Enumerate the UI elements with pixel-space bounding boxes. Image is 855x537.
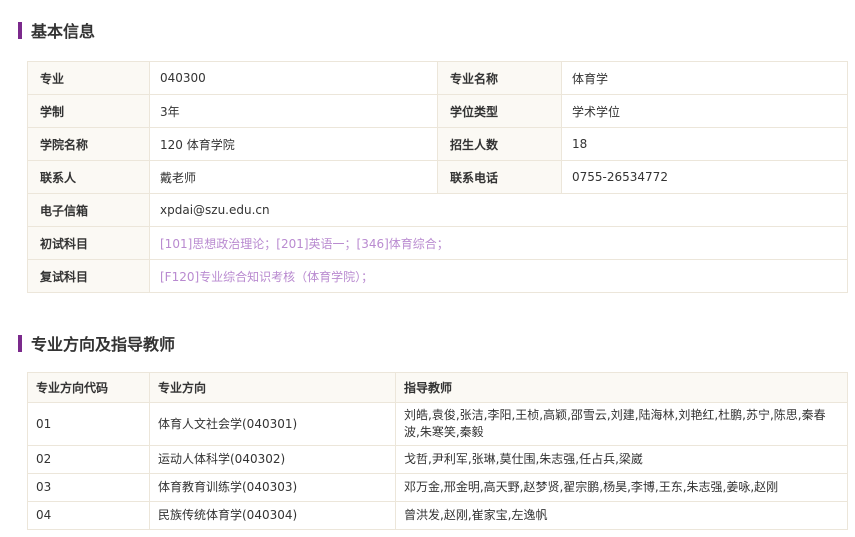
value-degree-type: 学术学位 — [561, 94, 848, 128]
section-accent-bar — [18, 21, 22, 39]
direction-advisors: 邓万金,邢金明,高天野,赵梦贤,翟宗鹏,杨昊,李博,王东,朱志强,姜咏,赵刚 — [395, 473, 848, 502]
label-contact: 联系人 — [27, 160, 150, 194]
direction-code: 04 — [27, 501, 150, 530]
section-title-basic-info: 基本信息 — [18, 18, 95, 42]
link-retest-subjects[interactable]: [F120]专业综合知识考核（体育学院）； — [149, 259, 848, 293]
table-header-row: 专业方向代码 专业方向 指导教师 — [27, 372, 848, 403]
value-phone: 0755-26534772 — [561, 160, 848, 194]
table-row: 02 运动人体科学(040302) 戈哲,尹利军,张琳,莫仕围,朱志强,任占兵,… — [27, 445, 848, 474]
table-row: 学制 3年 学位类型 学术学位 — [27, 94, 848, 128]
label-retest-subjects: 复试科目 — [27, 259, 150, 293]
section-accent-bar — [18, 334, 22, 352]
label-major-name: 专业名称 — [437, 61, 562, 95]
label-major-code: 专业 — [27, 61, 150, 95]
header-advisors: 指导教师 — [395, 372, 848, 403]
direction-name: 运动人体科学(040302) — [149, 445, 396, 474]
direction-name: 体育教育训练学(040303) — [149, 473, 396, 502]
direction-code: 02 — [27, 445, 150, 474]
section-title-text: 专业方向及指导教师 — [31, 335, 176, 354]
header-direction-code: 专业方向代码 — [27, 372, 150, 403]
table-row: 复试科目 [F120]专业综合知识考核（体育学院）； — [27, 259, 848, 293]
link-exam-subjects[interactable]: [101]思想政治理论；[201]英语一；[346]体育综合； — [149, 226, 848, 260]
label-duration: 学制 — [27, 94, 150, 128]
direction-code: 01 — [27, 402, 150, 446]
directions-table: 专业方向代码 专业方向 指导教师 01 体育人文社会学(040301) 刘皓,袁… — [27, 372, 848, 530]
label-college: 学院名称 — [27, 127, 150, 161]
table-row: 03 体育教育训练学(040303) 邓万金,邢金明,高天野,赵梦贤,翟宗鹏,杨… — [27, 473, 848, 502]
value-contact: 戴老师 — [149, 160, 438, 194]
direction-name: 体育人文社会学(040301) — [149, 402, 396, 446]
label-enrollment: 招生人数 — [437, 127, 562, 161]
table-row: 01 体育人文社会学(040301) 刘皓,袁俊,张洁,李阳,王桢,高颖,邵雪云… — [27, 402, 848, 446]
label-phone: 联系电话 — [437, 160, 562, 194]
value-enrollment: 18 — [561, 127, 848, 161]
table-row: 联系人 戴老师 联系电话 0755-26534772 — [27, 160, 848, 194]
direction-name: 民族传统体育学(040304) — [149, 501, 396, 530]
label-email: 电子信箱 — [27, 193, 150, 227]
value-email: xpdai@szu.edu.cn — [149, 193, 848, 227]
direction-code: 03 — [27, 473, 150, 502]
value-major-name: 体育学 — [561, 61, 848, 95]
value-duration: 3年 — [149, 94, 438, 128]
value-major-code: 040300 — [149, 61, 438, 95]
table-row: 04 民族传统体育学(040304) 曾洪发,赵刚,崔家宝,左逸帆 — [27, 501, 848, 530]
section-title-directions: 专业方向及指导教师 — [18, 331, 175, 355]
basic-info-table: 专业 040300 专业名称 体育学 学制 3年 学位类型 学术学位 学院名称 … — [27, 61, 848, 293]
header-direction-name: 专业方向 — [149, 372, 396, 403]
table-row: 初试科目 [101]思想政治理论；[201]英语一；[346]体育综合； — [27, 226, 848, 260]
label-exam-subjects: 初试科目 — [27, 226, 150, 260]
label-degree-type: 学位类型 — [437, 94, 562, 128]
direction-advisors: 戈哲,尹利军,张琳,莫仕围,朱志强,任占兵,梁崴 — [395, 445, 848, 474]
table-row: 电子信箱 xpdai@szu.edu.cn — [27, 193, 848, 227]
value-college: 120 体育学院 — [149, 127, 438, 161]
table-row: 专业 040300 专业名称 体育学 — [27, 61, 848, 95]
table-row: 学院名称 120 体育学院 招生人数 18 — [27, 127, 848, 161]
direction-advisors: 刘皓,袁俊,张洁,李阳,王桢,高颖,邵雪云,刘建,陆海林,刘艳红,杜鹏,苏宁,陈… — [395, 402, 848, 446]
section-title-text: 基本信息 — [31, 22, 96, 41]
direction-advisors: 曾洪发,赵刚,崔家宝,左逸帆 — [395, 501, 848, 530]
